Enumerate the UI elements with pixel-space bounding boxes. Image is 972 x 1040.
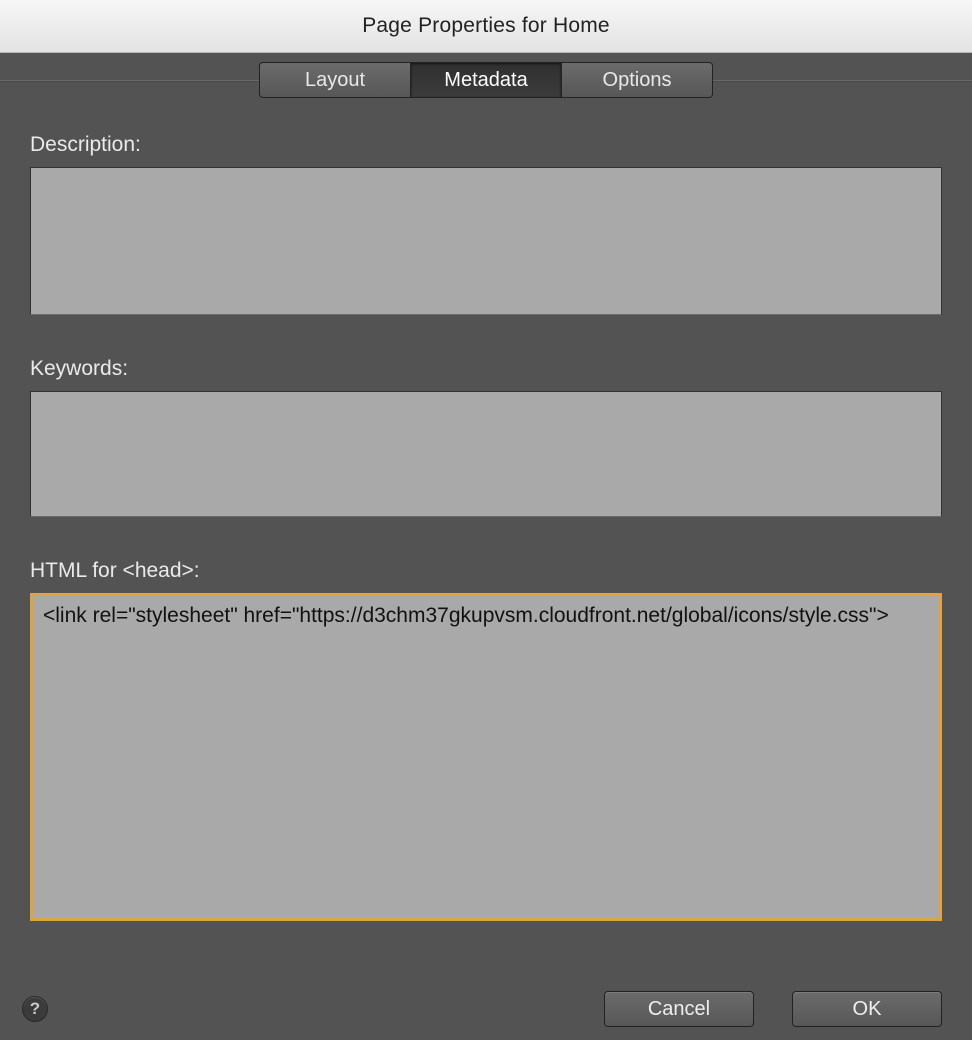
dialog-footer: ? Cancel OK: [0, 978, 972, 1040]
tab-strip-container: Layout Metadata Options: [0, 53, 972, 107]
dialog-titlebar: Page Properties for Home: [0, 0, 972, 53]
tab-options[interactable]: Options: [562, 62, 713, 98]
tab-strip: Layout Metadata Options: [0, 53, 972, 107]
cancel-button-label: Cancel: [648, 998, 710, 1021]
tab-label: Layout: [305, 69, 365, 92]
keywords-input[interactable]: [30, 391, 942, 517]
description-input[interactable]: [30, 167, 942, 315]
dialog-content: Description: Keywords: HTML for <head>:: [0, 107, 972, 978]
dialog-title: Page Properties for Home: [362, 14, 610, 38]
ok-button-label: OK: [853, 998, 882, 1021]
ok-button[interactable]: OK: [792, 991, 942, 1027]
tab-metadata[interactable]: Metadata: [411, 62, 562, 98]
tab-layout[interactable]: Layout: [259, 62, 411, 98]
html-head-input[interactable]: [30, 593, 942, 921]
cancel-button[interactable]: Cancel: [604, 991, 754, 1027]
description-label: Description:: [30, 133, 942, 157]
page-properties-dialog: Page Properties for Home Layout Metadata…: [0, 0, 972, 1040]
tab-label: Metadata: [444, 69, 527, 92]
keywords-label: Keywords:: [30, 357, 942, 381]
tab-label: Options: [603, 69, 672, 92]
html-head-label: HTML for <head>:: [30, 559, 942, 583]
help-icon[interactable]: ?: [22, 996, 48, 1022]
